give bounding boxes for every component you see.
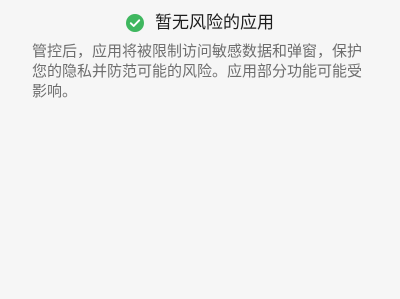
- status-title: 暂无风险的应用: [155, 13, 274, 33]
- status-header: 暂无风险的应用: [0, 12, 400, 34]
- check-circle-icon: [126, 14, 144, 32]
- description-text: 管控后，应用将被限制访问敏感数据和弹窗，保护您的隐私并防范可能的风险。应用部分功…: [32, 42, 363, 100]
